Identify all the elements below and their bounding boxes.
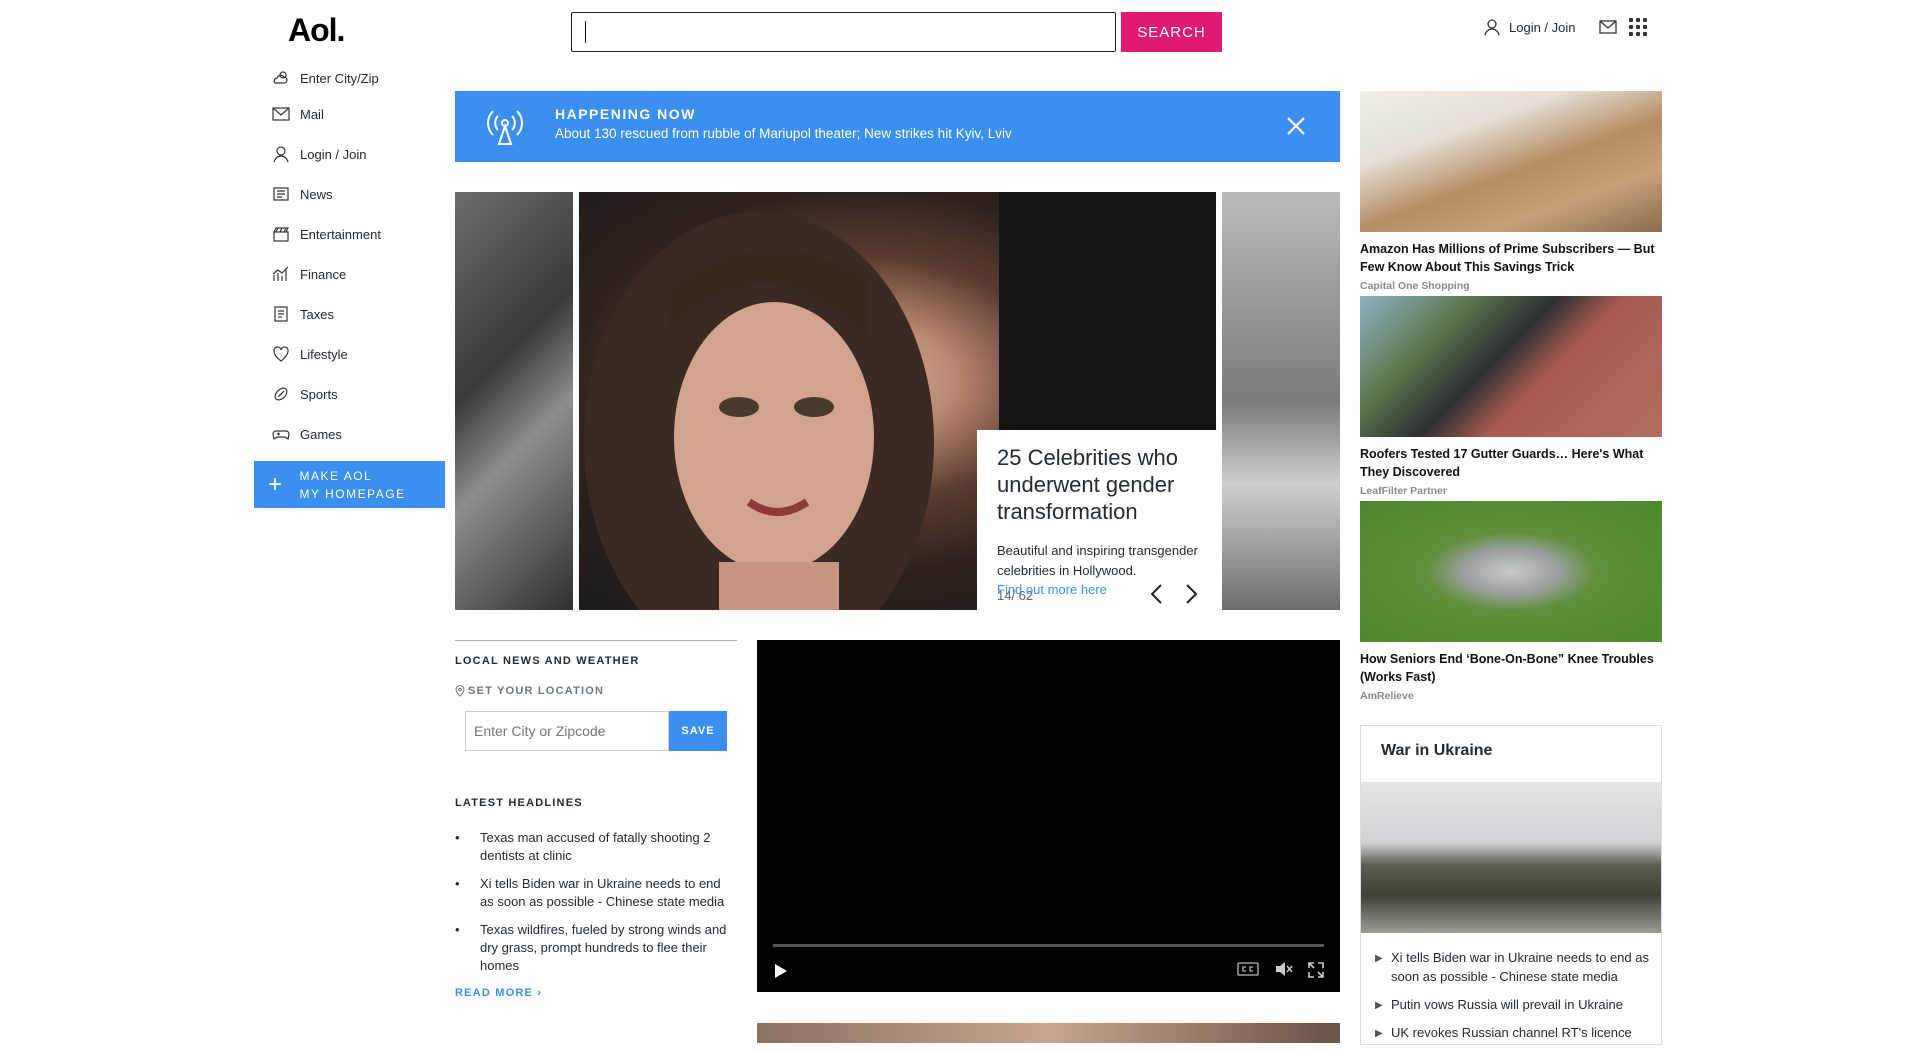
ad-source: LeafFilter Partner bbox=[1360, 485, 1447, 497]
closed-captions-icon[interactable] bbox=[1237, 961, 1259, 977]
ad-title[interactable]: How Seniors End ‘Bone-On-Bone” Knee Trou… bbox=[1360, 650, 1662, 686]
sidebar-item-games[interactable]: Games bbox=[272, 414, 452, 454]
sidebar-item-sports[interactable]: Sports bbox=[272, 374, 452, 414]
sidebar-item-entertainment[interactable]: Entertainment bbox=[272, 214, 452, 254]
list-item[interactable]: Texas man accused of fatally shooting 2 … bbox=[455, 829, 737, 865]
sidebar-item-label: Games bbox=[300, 426, 342, 442]
user-icon bbox=[1484, 19, 1500, 36]
save-button[interactable]: SAVE bbox=[669, 711, 727, 751]
local-news-section: LOCAL NEWS AND WEATHER SET YOUR LOCATION… bbox=[455, 640, 737, 999]
header-login-label: Login / Join bbox=[1509, 19, 1576, 35]
sidebar-item-label: Sports bbox=[300, 386, 338, 402]
sidebar-item-label: Enter City/Zip bbox=[300, 70, 379, 86]
sidebar-item-label: Finance bbox=[300, 266, 347, 282]
tank-photo[interactable] bbox=[1361, 782, 1661, 933]
mail-icon bbox=[272, 107, 290, 121]
apps-grid-icon[interactable] bbox=[1629, 18, 1647, 36]
ad-title[interactable]: Roofers Tested 17 Gutter Guards… Here's … bbox=[1360, 445, 1662, 481]
ad-source: AmRelieve bbox=[1360, 690, 1414, 702]
location-pin-icon bbox=[455, 685, 465, 697]
gamepad-icon bbox=[272, 430, 290, 440]
sidebar-item-label: Mail bbox=[300, 106, 324, 122]
read-more-link[interactable]: READ MORE › bbox=[455, 987, 737, 999]
latest-headlines-title: LATEST HEADLINES bbox=[455, 797, 583, 809]
list-item[interactable]: Putin vows Russia will prevail in Ukrain… bbox=[1375, 995, 1655, 1015]
ad-image[interactable] bbox=[1360, 501, 1662, 642]
make-home-line1: MAKE AOL bbox=[299, 468, 373, 483]
make-home-line2: MY HOMEPAGE bbox=[299, 486, 406, 501]
mail-icon[interactable] bbox=[1599, 20, 1617, 34]
ukraine-headline-list: Xi tells Biden war in Ukraine needs to e… bbox=[1375, 948, 1655, 1051]
sidebar-item-label: Lifestyle bbox=[300, 346, 348, 362]
header-login-link[interactable]: Login / Join bbox=[1483, 18, 1576, 36]
ad-title[interactable]: Amazon Has Millions of Prime Subscribers… bbox=[1360, 240, 1662, 276]
slide-title[interactable]: 25 Celebrities who underwent gender tran… bbox=[997, 444, 1202, 525]
sponsored-ad[interactable]: How Seniors End ‘Bone-On-Bone” Knee Trou… bbox=[1360, 501, 1662, 702]
make-homepage-button[interactable]: + MAKE AOL MY HOMEPAGE bbox=[254, 461, 445, 508]
play-icon[interactable] bbox=[771, 962, 789, 980]
clapperboard-icon bbox=[273, 227, 289, 242]
next-article-thumbnail[interactable] bbox=[757, 1023, 1340, 1043]
module-title[interactable]: War in Ukraine bbox=[1381, 742, 1492, 760]
zip-form: SAVE bbox=[465, 711, 737, 751]
slide-description: Beautiful and inspiring transgender cele… bbox=[997, 543, 1198, 578]
set-location-text: SET YOUR LOCATION bbox=[468, 685, 605, 697]
search-button[interactable]: SEARCH bbox=[1121, 12, 1222, 52]
weather-icon bbox=[273, 71, 288, 84]
local-news-title: LOCAL NEWS AND WEATHER bbox=[455, 655, 640, 667]
document-icon bbox=[274, 306, 288, 322]
sidebar-item-news[interactable]: News bbox=[272, 174, 452, 214]
sidebar-item-taxes[interactable]: Taxes bbox=[272, 294, 452, 334]
set-location-label[interactable]: SET YOUR LOCATION bbox=[455, 685, 737, 697]
sponsored-ad[interactable]: Roofers Tested 17 Gutter Guards… Here's … bbox=[1360, 296, 1662, 497]
fullscreen-icon[interactable] bbox=[1307, 961, 1325, 979]
heart-icon bbox=[273, 346, 289, 362]
aol-logo[interactable]: Aol. bbox=[288, 12, 345, 49]
slideshow-carousel: 25 Celebrities who underwent gender tran… bbox=[455, 192, 1340, 610]
sponsored-ad[interactable]: Amazon Has Millions of Prime Subscribers… bbox=[1360, 91, 1662, 292]
banner-headline[interactable]: About 130 rescued from rubble of Mariupo… bbox=[555, 126, 1012, 141]
ad-source: Capital One Shopping bbox=[1360, 280, 1470, 292]
sidebar-item-weather[interactable]: Enter City/Zip bbox=[272, 62, 452, 94]
chevron-right-icon[interactable] bbox=[1181, 582, 1201, 606]
zip-input[interactable] bbox=[465, 711, 669, 751]
sidebar-item-finance[interactable]: Finance bbox=[272, 254, 452, 294]
next-slide-image[interactable] bbox=[1222, 192, 1340, 610]
ad-image[interactable] bbox=[1360, 91, 1662, 232]
slide-caption-card: 25 Celebrities who underwent gender tran… bbox=[977, 430, 1222, 610]
chevron-left-icon[interactable] bbox=[1147, 582, 1167, 606]
sidebar-item-label: News bbox=[300, 186, 333, 202]
list-item[interactable]: Xi tells Biden war in Ukraine needs to e… bbox=[1375, 948, 1655, 986]
slide-counter: 14/ 62 bbox=[997, 588, 1034, 603]
sidebar-nav: Enter City/Zip Mail Login / Join News En… bbox=[272, 62, 452, 454]
chart-icon bbox=[272, 266, 289, 281]
close-icon[interactable] bbox=[1281, 111, 1311, 141]
happening-now-banner[interactable]: HAPPENING NOW About 130 rescued from rub… bbox=[455, 91, 1340, 162]
user-icon bbox=[273, 146, 289, 163]
ad-image[interactable] bbox=[1360, 296, 1662, 437]
previous-slide-image[interactable] bbox=[455, 192, 573, 610]
sidebar-item-mail[interactable]: Mail bbox=[272, 94, 452, 134]
plus-icon: + bbox=[268, 470, 284, 498]
news-icon bbox=[273, 187, 289, 201]
banner-kicker: HAPPENING NOW bbox=[555, 106, 696, 122]
list-item[interactable]: UK revokes Russian channel RT's licence bbox=[1375, 1023, 1655, 1043]
mute-icon[interactable] bbox=[1275, 961, 1293, 977]
war-in-ukraine-module: War in Ukraine Xi tells Biden war in Ukr… bbox=[1360, 725, 1662, 1045]
sidebar-item-label: Login / Join bbox=[300, 146, 367, 162]
video-player[interactable] bbox=[757, 640, 1340, 992]
list-item[interactable]: Xi tells Biden war in Ukraine needs to e… bbox=[455, 875, 737, 911]
list-item[interactable]: Texas wildfires, fueled by strong winds … bbox=[455, 921, 737, 975]
sidebar-item-label: Entertainment bbox=[300, 226, 381, 242]
broadcast-icon bbox=[487, 110, 523, 145]
text-cursor bbox=[585, 21, 586, 43]
sidebar-item-lifestyle[interactable]: Lifestyle bbox=[272, 334, 452, 374]
football-icon bbox=[274, 387, 288, 401]
video-progress-bar[interactable] bbox=[773, 944, 1324, 947]
headline-list: Texas man accused of fatally shooting 2 … bbox=[455, 829, 737, 975]
search-input[interactable] bbox=[571, 12, 1116, 52]
sidebar-item-login[interactable]: Login / Join bbox=[272, 134, 452, 174]
sidebar-item-label: Taxes bbox=[300, 306, 334, 322]
